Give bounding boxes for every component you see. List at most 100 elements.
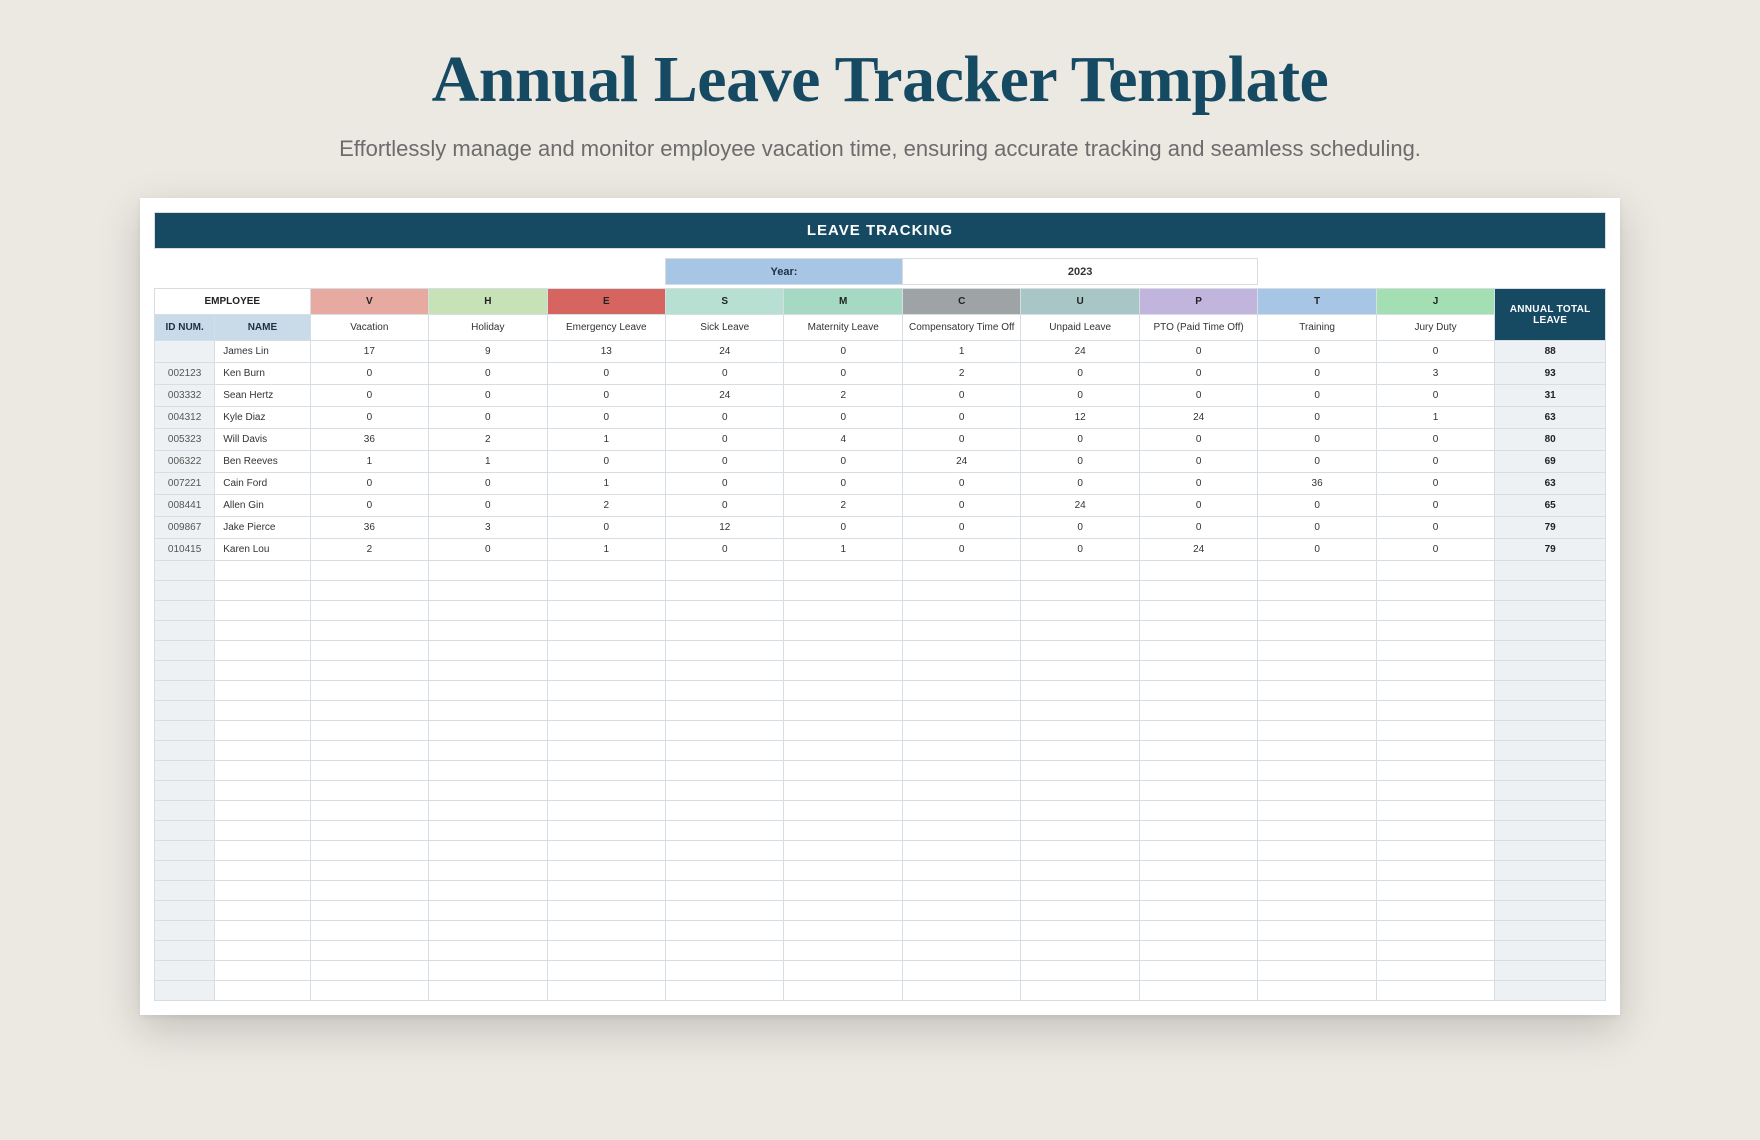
value-cell[interactable]: 0 xyxy=(1376,341,1494,363)
empty-row[interactable] xyxy=(155,881,1606,901)
empty-row[interactable] xyxy=(155,621,1606,641)
value-cell[interactable]: 12 xyxy=(666,517,784,539)
value-cell[interactable]: 0 xyxy=(902,429,1020,451)
empty-row[interactable] xyxy=(155,721,1606,741)
id-cell[interactable]: 003332 xyxy=(155,385,215,407)
empty-row[interactable] xyxy=(155,861,1606,881)
value-cell[interactable]: 0 xyxy=(1376,429,1494,451)
value-cell[interactable]: 0 xyxy=(310,473,428,495)
value-cell[interactable]: 0 xyxy=(1139,341,1257,363)
value-cell[interactable]: 2 xyxy=(784,495,902,517)
value-cell[interactable]: 0 xyxy=(1139,517,1257,539)
name-cell[interactable]: James Lin xyxy=(215,341,310,363)
value-cell[interactable]: 0 xyxy=(547,451,665,473)
value-cell[interactable]: 0 xyxy=(902,385,1020,407)
value-cell[interactable]: 0 xyxy=(429,473,547,495)
year-value[interactable]: 2023 xyxy=(902,259,1257,285)
value-cell[interactable]: 0 xyxy=(666,451,784,473)
value-cell[interactable]: 1 xyxy=(547,539,665,561)
value-cell[interactable]: 9 xyxy=(429,341,547,363)
id-cell[interactable]: 010415 xyxy=(155,539,215,561)
value-cell[interactable]: 0 xyxy=(1139,385,1257,407)
name-cell[interactable]: Karen Lou xyxy=(215,539,310,561)
value-cell[interactable]: 0 xyxy=(547,385,665,407)
empty-row[interactable] xyxy=(155,821,1606,841)
id-cell[interactable]: 002123 xyxy=(155,363,215,385)
name-cell[interactable]: Ken Burn xyxy=(215,363,310,385)
empty-row[interactable] xyxy=(155,921,1606,941)
value-cell[interactable]: 0 xyxy=(666,363,784,385)
value-cell[interactable]: 24 xyxy=(1021,341,1139,363)
value-cell[interactable]: 0 xyxy=(784,451,902,473)
value-cell[interactable]: 2 xyxy=(310,539,428,561)
value-cell[interactable]: 0 xyxy=(1376,495,1494,517)
value-cell[interactable]: 2 xyxy=(784,385,902,407)
value-cell[interactable]: 17 xyxy=(310,341,428,363)
id-cell[interactable] xyxy=(155,341,215,363)
value-cell[interactable]: 0 xyxy=(429,407,547,429)
value-cell[interactable]: 1 xyxy=(547,429,665,451)
value-cell[interactable]: 0 xyxy=(429,363,547,385)
value-cell[interactable]: 0 xyxy=(1139,363,1257,385)
value-cell[interactable]: 0 xyxy=(666,473,784,495)
table-row[interactable]: James Lin1791324012400088 xyxy=(155,341,1606,363)
empty-row[interactable] xyxy=(155,841,1606,861)
table-row[interactable]: 005323Will Davis3621040000080 xyxy=(155,429,1606,451)
empty-row[interactable] xyxy=(155,941,1606,961)
value-cell[interactable]: 0 xyxy=(1258,341,1376,363)
value-cell[interactable]: 0 xyxy=(1021,363,1139,385)
value-cell[interactable]: 0 xyxy=(1258,363,1376,385)
value-cell[interactable]: 0 xyxy=(310,363,428,385)
value-cell[interactable]: 0 xyxy=(429,539,547,561)
value-cell[interactable]: 0 xyxy=(666,495,784,517)
value-cell[interactable]: 0 xyxy=(1258,407,1376,429)
value-cell[interactable]: 0 xyxy=(547,407,665,429)
value-cell[interactable]: 0 xyxy=(784,407,902,429)
id-cell[interactable]: 007221 xyxy=(155,473,215,495)
value-cell[interactable]: 0 xyxy=(547,363,665,385)
value-cell[interactable]: 0 xyxy=(310,407,428,429)
value-cell[interactable]: 1 xyxy=(429,451,547,473)
empty-row[interactable] xyxy=(155,561,1606,581)
value-cell[interactable]: 0 xyxy=(666,407,784,429)
value-cell[interactable]: 0 xyxy=(784,363,902,385)
empty-row[interactable] xyxy=(155,681,1606,701)
value-cell[interactable]: 24 xyxy=(1021,495,1139,517)
value-cell[interactable]: 0 xyxy=(310,495,428,517)
value-cell[interactable]: 36 xyxy=(310,517,428,539)
value-cell[interactable]: 24 xyxy=(1139,539,1257,561)
value-cell[interactable]: 0 xyxy=(547,517,665,539)
table-row[interactable]: 006322Ben Reeves1100024000069 xyxy=(155,451,1606,473)
value-cell[interactable]: 0 xyxy=(1258,517,1376,539)
name-cell[interactable]: Jake Pierce xyxy=(215,517,310,539)
id-cell[interactable]: 005323 xyxy=(155,429,215,451)
empty-row[interactable] xyxy=(155,981,1606,1001)
name-cell[interactable]: Ben Reeves xyxy=(215,451,310,473)
value-cell[interactable]: 0 xyxy=(1139,429,1257,451)
value-cell[interactable]: 0 xyxy=(1376,517,1494,539)
value-cell[interactable]: 36 xyxy=(1258,473,1376,495)
value-cell[interactable]: 1 xyxy=(547,473,665,495)
value-cell[interactable]: 0 xyxy=(1139,451,1257,473)
table-row[interactable]: 008441Allen Gin0020202400065 xyxy=(155,495,1606,517)
value-cell[interactable]: 2 xyxy=(902,363,1020,385)
value-cell[interactable]: 0 xyxy=(1021,429,1139,451)
value-cell[interactable]: 1 xyxy=(902,341,1020,363)
empty-row[interactable] xyxy=(155,901,1606,921)
table-row[interactable]: 007221Cain Ford0010000036063 xyxy=(155,473,1606,495)
value-cell[interactable]: 0 xyxy=(1258,429,1376,451)
value-cell[interactable]: 0 xyxy=(429,495,547,517)
name-cell[interactable]: Kyle Diaz xyxy=(215,407,310,429)
table-row[interactable]: 009867Jake Pierce36301200000079 xyxy=(155,517,1606,539)
empty-row[interactable] xyxy=(155,701,1606,721)
empty-row[interactable] xyxy=(155,601,1606,621)
value-cell[interactable]: 0 xyxy=(1258,495,1376,517)
value-cell[interactable]: 12 xyxy=(1021,407,1139,429)
empty-row[interactable] xyxy=(155,961,1606,981)
table-row[interactable]: 002123Ken Burn000002000393 xyxy=(155,363,1606,385)
value-cell[interactable]: 0 xyxy=(1021,517,1139,539)
empty-row[interactable] xyxy=(155,761,1606,781)
value-cell[interactable]: 2 xyxy=(429,429,547,451)
table-row[interactable]: 004312Kyle Diaz00000012240163 xyxy=(155,407,1606,429)
value-cell[interactable]: 0 xyxy=(784,517,902,539)
